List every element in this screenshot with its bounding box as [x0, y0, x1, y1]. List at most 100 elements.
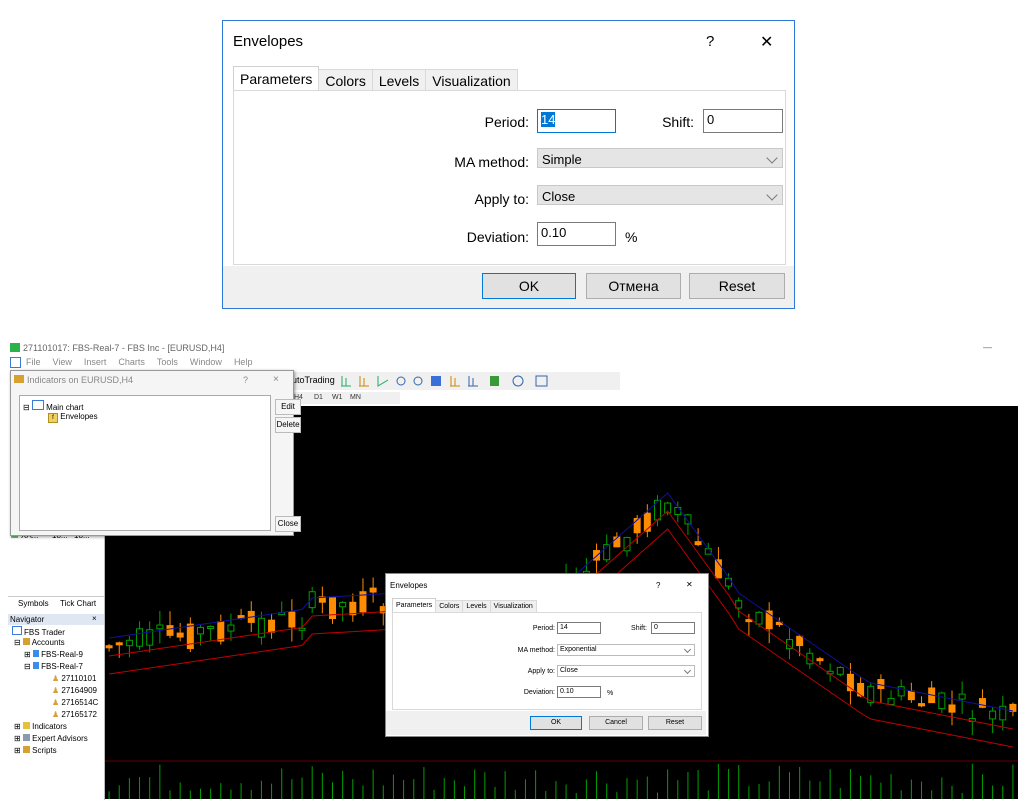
help-button[interactable]: ?	[706, 33, 714, 50]
ma-method-select[interactable]: Simple	[537, 148, 783, 168]
navigator-indicators[interactable]: ⊞ Indicators	[14, 722, 67, 731]
navigator-accounts[interactable]: ⊟ Accounts	[14, 638, 65, 647]
apply-to-select[interactable]: Close	[537, 185, 783, 205]
navigator-header: Navigator ×	[8, 614, 104, 625]
percent-label: %	[607, 690, 614, 697]
dialog-footer: OK Cancel Reset	[386, 711, 706, 735]
candle-body	[369, 587, 377, 593]
tab-parameters[interactable]: Parameters	[233, 66, 320, 92]
menu-window[interactable]: Window	[190, 357, 222, 367]
indicator-icon: f	[48, 413, 58, 423]
candle-body	[674, 507, 682, 516]
tree-main-chart[interactable]: ⊟ Main chart	[23, 400, 84, 412]
close-button[interactable]: ✕	[686, 580, 693, 589]
tree-envelopes-label: Envelopes	[60, 412, 98, 421]
period-mn[interactable]: MN	[350, 394, 361, 401]
tab-bar: Parameters Colors Levels Visualization	[392, 598, 537, 613]
navigator-account[interactable]: ♟ 2716514C	[52, 698, 98, 707]
tab-colors[interactable]: Colors	[318, 69, 373, 92]
apply-to-label: Apply to:	[527, 668, 555, 675]
period-w1[interactable]: W1	[332, 394, 343, 401]
menu-file[interactable]: File	[26, 357, 41, 367]
candle-body	[257, 617, 265, 638]
scripts-label: Scripts	[32, 746, 57, 755]
navigator-close-button[interactable]: ×	[92, 614, 97, 623]
navigator-account[interactable]: ♟ 27110101	[52, 674, 96, 683]
reset-button[interactable]: Reset	[689, 273, 785, 299]
candle-body	[176, 632, 184, 638]
tab-visualization[interactable]: Visualization	[425, 69, 518, 92]
apply-to-label: Apply to:	[474, 191, 529, 207]
indicators-label: Indicators	[32, 722, 67, 731]
navigator-expert-advisors[interactable]: ⊞ Expert Advisors	[14, 734, 88, 743]
parameters-panel: Period: 14 Shift: 0 MA method: Exponenti…	[392, 612, 702, 710]
cancel-button[interactable]: Отмена	[586, 273, 681, 299]
deviation-input[interactable]: 0.10	[537, 222, 616, 246]
account-number: 27165172	[61, 710, 97, 719]
reset-button[interactable]: Reset	[648, 716, 702, 730]
menu-bar: File View Insert Charts Tools Window Help	[0, 356, 600, 370]
edit-button[interactable]: Edit	[275, 399, 301, 415]
dialog-title: Envelopes	[390, 581, 428, 590]
ok-button[interactable]: OK	[530, 716, 582, 730]
tab-bar: Parameters Colors Levels Visualization	[233, 66, 518, 92]
period-d1[interactable]: D1	[314, 394, 323, 401]
navigator-root[interactable]: FBS Trader	[12, 626, 65, 637]
menu-tools[interactable]: Tools	[157, 357, 178, 367]
delete-button[interactable]: Delete	[275, 417, 301, 433]
candle-body	[877, 679, 885, 690]
expert-icon	[22, 734, 30, 741]
chevron-down-icon	[683, 666, 692, 675]
candle-body	[593, 550, 601, 561]
candle-body	[796, 635, 804, 647]
tree-envelopes[interactable]: f Envelopes	[48, 412, 98, 423]
server-label: FBS-Real-7	[41, 662, 83, 671]
apply-to-value: Close	[560, 667, 578, 674]
apply-to-select[interactable]: Close	[557, 665, 695, 677]
tab-levels[interactable]: Levels	[371, 69, 427, 92]
ok-button[interactable]: OK	[482, 273, 576, 299]
shift-input[interactable]: 0	[651, 622, 695, 634]
deviation-input[interactable]: 0.10	[557, 686, 601, 698]
candle-body	[684, 514, 692, 525]
close-button[interactable]: ✕	[760, 32, 773, 52]
minimize-icon[interactable]: —	[983, 342, 992, 352]
help-button[interactable]: ?	[656, 581, 660, 590]
navigator-account-server[interactable]: ⊟ FBS-Real-7	[24, 662, 83, 671]
chevron-down-icon	[683, 645, 692, 654]
menu-help[interactable]: Help	[234, 357, 253, 367]
account-number: 27110101	[61, 674, 97, 683]
navigator-scripts[interactable]: ⊞ Scripts	[14, 746, 57, 755]
account-number: 27164909	[61, 686, 97, 695]
indicator-icon	[22, 722, 30, 729]
menu-insert[interactable]: Insert	[84, 357, 107, 367]
terminal-title: 271101017: FBS-Real-7 - FBS Inc - [EURUS…	[23, 343, 225, 353]
cancel-button[interactable]: Cancel	[589, 716, 643, 730]
candle-body	[339, 601, 347, 608]
ma-method-select[interactable]: Exponential	[557, 644, 695, 656]
navigator-account[interactable]: ♟ 27164909	[52, 686, 97, 695]
candle-body	[288, 611, 296, 628]
close-button[interactable]: Close	[275, 516, 301, 532]
candle-body	[217, 621, 225, 642]
tab-parameters[interactable]: Parameters	[392, 598, 437, 613]
dialog-footer: OK Отмена Reset	[223, 266, 794, 308]
menu-view[interactable]: View	[53, 357, 72, 367]
tab-symbols[interactable]: Symbols	[18, 599, 49, 608]
shift-input[interactable]: 0	[703, 109, 783, 133]
candle-body	[196, 626, 204, 635]
chevron-down-icon	[766, 152, 778, 164]
close-icon[interactable]: ×	[273, 374, 279, 385]
ma-method-value: Simple	[542, 152, 582, 167]
candle-body	[349, 601, 357, 616]
period-input[interactable]: 14	[557, 622, 601, 634]
navigator-account-server[interactable]: ⊞ FBS-Real-9	[24, 650, 83, 659]
toolbar-icons[interactable]	[338, 372, 628, 390]
tab-tick-chart[interactable]: Tick Chart	[60, 599, 96, 608]
account-icon: ♟	[52, 710, 60, 719]
menu-charts[interactable]: Charts	[118, 357, 145, 367]
period-input[interactable]: 14	[537, 109, 616, 133]
help-button[interactable]: ?	[243, 375, 248, 385]
navigator-account[interactable]: ♟ 27165172	[52, 710, 97, 719]
candle-body	[105, 645, 113, 649]
